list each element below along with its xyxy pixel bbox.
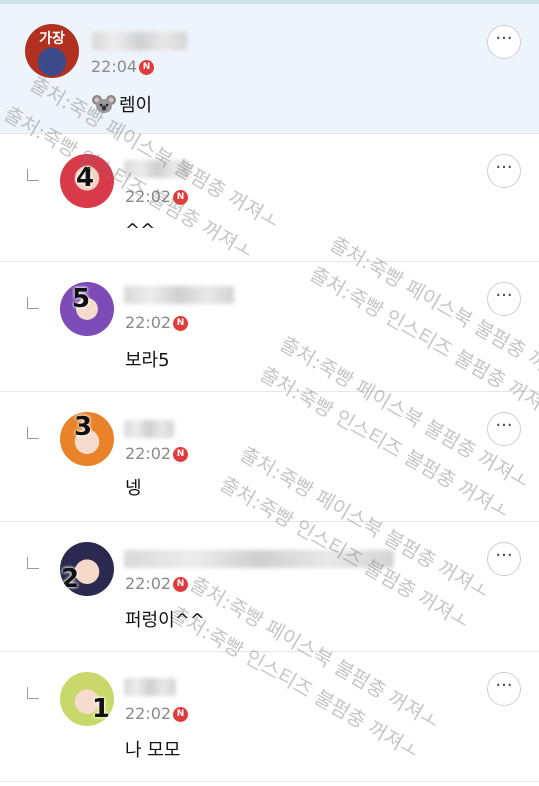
more-options-button[interactable]: ···	[487, 672, 521, 706]
reply-item: 1 22:02 N 나 모모 ···	[0, 652, 539, 782]
reply-indicator-icon	[27, 687, 39, 699]
new-badge: N	[173, 316, 188, 331]
avatar-number: 2	[61, 564, 80, 594]
username-blurred	[124, 286, 234, 304]
reply-item: 3 22:02 N 넹 ···	[0, 392, 539, 522]
reply-item: 2 22:02 N 퍼렁이^^ ···	[0, 522, 539, 652]
comment-time: 22:02	[125, 313, 172, 332]
new-badge: N	[139, 60, 154, 75]
avatar[interactable]: 2	[60, 542, 114, 596]
koala-icon	[92, 94, 116, 114]
avatar[interactable]: 5	[60, 282, 114, 336]
username-blurred	[124, 550, 394, 568]
username-blurred	[124, 420, 174, 438]
comment-text: 퍼렁이^^	[125, 610, 205, 631]
reply-indicator-icon	[27, 297, 39, 309]
reply-indicator-icon	[27, 557, 39, 569]
comment-time: 22:02	[125, 574, 172, 593]
avatar-number: 5	[72, 284, 91, 314]
reply-indicator-icon	[27, 169, 39, 181]
reply-item: 4 22:02 N ^^ ···	[0, 134, 539, 262]
reply-indicator-icon	[27, 427, 39, 439]
reply-item: 5 22:02 N 보라5 ···	[0, 262, 539, 392]
avatar-number: 1	[92, 694, 111, 724]
avatar[interactable]: 3	[60, 412, 114, 466]
comment-time: 22:02	[125, 444, 172, 463]
username-blurred	[92, 32, 187, 50]
new-badge: N	[173, 447, 188, 462]
comment-text: 넹	[125, 478, 142, 499]
avatar[interactable]: 가장	[25, 24, 79, 78]
avatar-label: 가장	[39, 31, 65, 47]
comment-item: 가장 22:04 N 렘이 ···	[0, 4, 539, 134]
comment-text-label: 렘이	[119, 95, 153, 116]
new-badge: N	[173, 577, 188, 592]
comment-time: 22:02	[125, 704, 172, 723]
more-options-button[interactable]: ···	[487, 282, 521, 316]
comment-text: ^^	[125, 220, 156, 241]
comment-text: 나 모모	[125, 740, 181, 761]
new-badge: N	[173, 190, 188, 205]
avatar-number: 3	[74, 412, 93, 442]
more-options-button[interactable]: ···	[487, 25, 521, 59]
comment-time: 22:04	[91, 57, 138, 76]
avatar[interactable]: 4	[60, 154, 114, 208]
more-options-button[interactable]: ···	[487, 412, 521, 446]
comment-text: 보라5	[125, 350, 170, 371]
more-options-button[interactable]: ···	[487, 154, 521, 188]
username-blurred	[124, 160, 190, 178]
comment-text: 렘이	[92, 91, 152, 117]
username-blurred	[124, 678, 176, 696]
avatar[interactable]: 1	[60, 672, 114, 726]
comment-time: 22:02	[125, 187, 172, 206]
avatar-number: 4	[76, 163, 95, 193]
new-badge: N	[173, 707, 188, 722]
more-options-button[interactable]: ···	[487, 542, 521, 576]
